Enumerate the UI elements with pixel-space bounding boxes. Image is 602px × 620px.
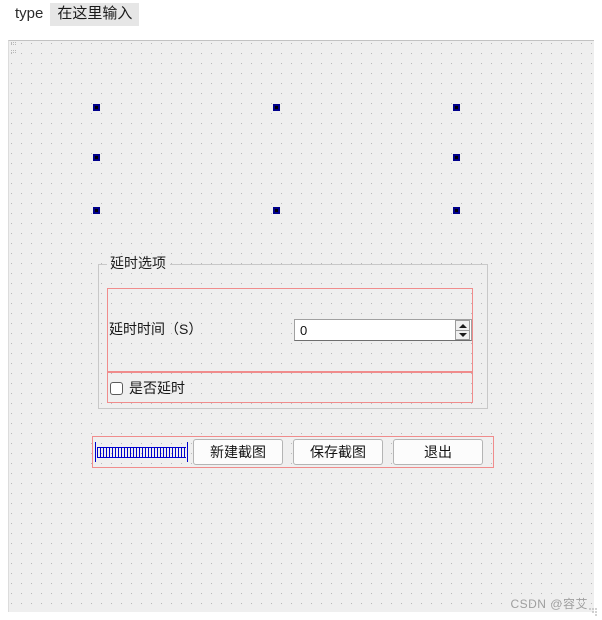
qt-designer-form-preview: type 在这里输入 延时选项 延时时间（S） 0 是否延时 新建截图 保存截图…: [0, 0, 602, 620]
horizontal-spacer-icon[interactable]: [95, 442, 188, 462]
selection-handle-middle-left[interactable]: [93, 154, 100, 161]
selection-handle-bottom-left[interactable]: [93, 207, 100, 214]
spinbox-down-arrow-icon[interactable]: [455, 330, 470, 340]
selection-handle-bottom-center[interactable]: [273, 207, 280, 214]
selection-handle-middle-right[interactable]: [453, 154, 460, 161]
watermark-dots-icon: [589, 608, 598, 617]
delay-options-groupbox-title: 延时选项: [107, 255, 170, 271]
selection-handle-top-left[interactable]: [93, 104, 100, 111]
delay-enable-checkbox-row[interactable]: 是否延时: [110, 380, 185, 396]
selection-handle-top-right[interactable]: [453, 104, 460, 111]
exit-button[interactable]: 退出: [393, 439, 483, 465]
new-capture-button[interactable]: 新建截图: [193, 439, 283, 465]
delay-time-label: 延时时间（S）: [109, 321, 203, 337]
selection-handle-bottom-right[interactable]: [453, 207, 460, 214]
menubar: type 在这里输入: [0, 0, 602, 29]
selection-handle-top-center[interactable]: [273, 104, 280, 111]
delay-enable-checkbox[interactable]: [110, 381, 123, 395]
delay-enable-checkbox-label: 是否延时: [129, 380, 185, 396]
delay-time-spinbox-value[interactable]: 0: [300, 322, 307, 339]
form-size-grip-icon[interactable]: [11, 41, 20, 55]
spinbox-stepper[interactable]: [455, 320, 470, 340]
spinbox-up-arrow-icon[interactable]: [455, 320, 470, 330]
menubar-type-label: type: [15, 5, 44, 22]
csdn-watermark: CSDN @容艾: [510, 597, 588, 611]
delay-time-spinbox[interactable]: 0: [294, 319, 472, 341]
menubar-placeholder-item[interactable]: 在这里输入: [50, 3, 140, 26]
save-capture-button[interactable]: 保存截图: [293, 439, 383, 465]
